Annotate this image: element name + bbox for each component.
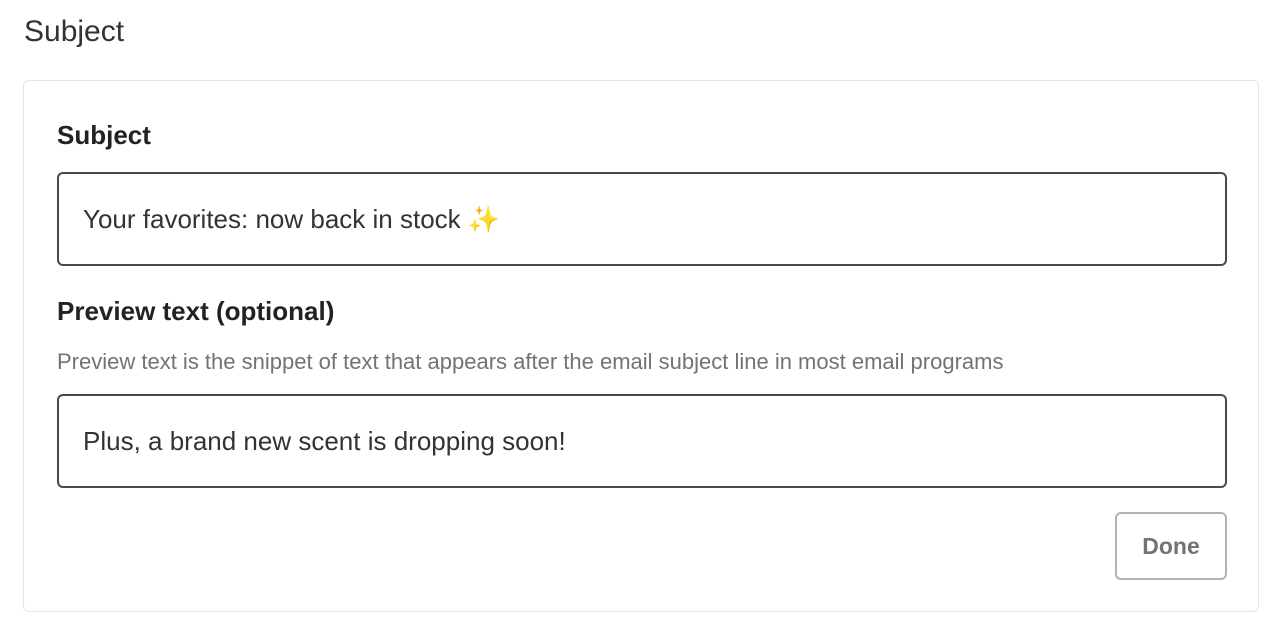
preview-text-input[interactable] (57, 394, 1227, 488)
subject-label: Subject (57, 120, 151, 150)
preview-text-help: Preview text is the snippet of text that… (57, 349, 1004, 374)
preview-text-label: Preview text (optional) (57, 296, 335, 326)
section-title: Subject (24, 15, 125, 48)
done-button[interactable]: Done (1115, 512, 1227, 580)
subject-editor-card: Subject Preview text (optional) Preview … (23, 80, 1259, 612)
subject-input[interactable] (57, 172, 1227, 266)
